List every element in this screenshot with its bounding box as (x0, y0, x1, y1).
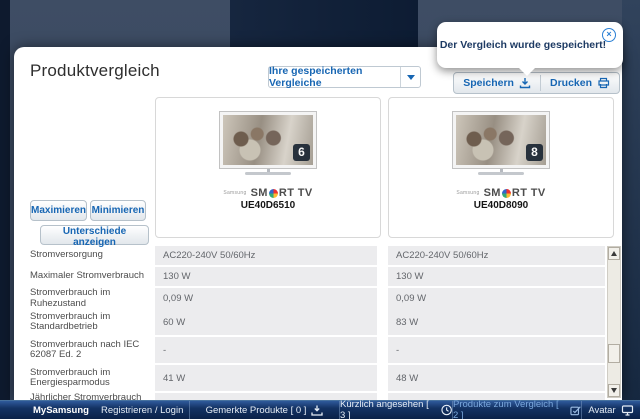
recently-viewed-label: Kürzlich angesehen [ 3 ] (340, 399, 436, 419)
row-value-2: AC220-240V 50/60Hz (388, 246, 605, 265)
row-value-1: 0,09 W (155, 288, 377, 309)
tv-stand-base (478, 172, 524, 175)
compare-products-item[interactable]: Produkte zum Vergleich [ 2 ] (453, 401, 582, 419)
avatar-item[interactable]: Avatar (582, 401, 640, 419)
tv-image-1: 6 (220, 112, 316, 175)
row-value-1: AC220-240V 50/60Hz (155, 246, 377, 265)
page-edge-strip (0, 0, 10, 419)
show-differences-button[interactable]: Unterschiede anzeigen (40, 225, 149, 245)
register-login-link[interactable]: Registrieren / Login (101, 405, 183, 416)
table-row: Stromversorgung AC220-240V 50/60Hz AC220… (14, 246, 605, 265)
row-value-2: 48 W (388, 365, 605, 391)
dropdown-label: Ihre gespeicherten Vergleiche (269, 67, 400, 87)
minimize-button[interactable]: Minimieren (90, 200, 146, 221)
download-tray-icon (311, 405, 323, 416)
tv-screen-photo: 6 (220, 112, 316, 168)
brand-mini-label: Samsung (456, 190, 479, 196)
row-label: Jährlicher Stromverbrauch nach (30, 393, 155, 400)
row-value-1: - (155, 337, 377, 363)
smart-tv-logo: Samsung SM RT TV (156, 187, 380, 199)
save-print-group: Speichern Drucken (453, 72, 620, 94)
save-button[interactable]: Speichern (454, 73, 540, 93)
printer-icon (597, 77, 610, 89)
row-label: Stromverbrauch im Energiesparmodus (30, 365, 155, 391)
background-right-shade (622, 0, 640, 419)
row-value-1: 60 W (155, 309, 377, 335)
triangle-down-icon (611, 388, 617, 393)
smart-tv-color-dot-icon (269, 189, 278, 198)
download-icon (519, 77, 531, 89)
bottom-toolbar: MySamsung Registrieren / Login Gemerkte … (0, 400, 640, 419)
table-row: Stromverbrauch nach IEC 62087 Ed. 2 - - (14, 337, 605, 363)
avatar-label: Avatar (588, 405, 615, 416)
row-label: Stromversorgung (30, 246, 155, 265)
table-row: Stromverbrauch im Standardbetrieb 60 W 8… (14, 309, 605, 335)
scroll-down-button[interactable] (608, 384, 620, 397)
print-button[interactable]: Drucken (541, 73, 619, 93)
model-name: UE40D6510 (156, 200, 380, 211)
page-title: Produktvergleich (30, 61, 160, 81)
compare-products-label: Produkte zum Vergleich [ 2 ] (453, 399, 565, 419)
row-label: Stromverbrauch nach IEC 62087 Ed. 2 (30, 337, 155, 363)
print-button-label: Drucken (550, 77, 592, 89)
brand-mini-label: Samsung (223, 190, 246, 196)
save-button-label: Speichern (463, 77, 514, 89)
row-value-2: 83 W (388, 309, 605, 335)
tv-image-2: 8 (453, 112, 549, 175)
table-row: Stromverbrauch im Energiesparmodus 41 W … (14, 365, 605, 391)
row-label: Maximaler Stromverbrauch (30, 267, 155, 286)
series-badge: 6 (293, 144, 310, 161)
saved-products-label: Gemerkte Produkte [ 0 ] (206, 405, 307, 416)
model-name: UE40D8090 (389, 200, 613, 211)
product-comparison-page: Produktvergleich Ihre gespeicherten Verg… (0, 0, 640, 419)
chevron-down-icon[interactable] (400, 67, 420, 87)
background-banner (230, 0, 418, 48)
row-value-1: 41 W (155, 365, 377, 391)
maximize-button[interactable]: Maximieren (30, 200, 87, 221)
smart-tv-color-dot-icon (502, 189, 511, 198)
smart-logo-left: SM (484, 187, 501, 199)
row-label: Stromverbrauch im Ruhezustand (30, 288, 155, 309)
comparison-table: Stromversorgung AC220-240V 50/60Hz AC220… (14, 246, 605, 400)
series-badge: 8 (526, 144, 543, 161)
smart-logo-right: RT TV (512, 187, 546, 199)
table-row: Maximaler Stromverbrauch 130 W 130 W (14, 267, 605, 286)
row-value-2: 130 W (388, 267, 605, 286)
triangle-up-icon (611, 251, 617, 256)
row-value-2: 0,09 W (388, 288, 605, 309)
recently-viewed-item[interactable]: Kürzlich angesehen [ 3 ] (340, 401, 453, 419)
saved-products-item[interactable]: Gemerkte Produkte [ 0 ] (190, 401, 340, 419)
table-row: Stromverbrauch im Ruhezustand 0,09 W 0,0… (14, 288, 605, 307)
bottombar-account-segment: MySamsung Registrieren / Login (0, 401, 190, 419)
comparison-panel: Produktvergleich Ihre gespeicherten Verg… (14, 47, 622, 400)
clock-icon (441, 404, 452, 416)
row-value-2: - (388, 337, 605, 363)
scroll-up-button[interactable] (608, 247, 620, 260)
product-card-1[interactable]: 6 Samsung SM RT TV UE40D6510 (155, 97, 381, 238)
smart-tv-logo: Samsung SM RT TV (389, 187, 613, 199)
saved-confirmation-tooltip: Der Vergleich wurde gespeichert! × (437, 22, 623, 68)
monitor-icon (621, 405, 634, 416)
tv-stand-base (245, 172, 291, 175)
product-card-2[interactable]: 8 Samsung SM RT TV UE40D8090 (388, 97, 614, 238)
close-icon[interactable]: × (602, 28, 616, 42)
my-samsung-link[interactable]: MySamsung (33, 405, 89, 416)
compare-checklist-icon (570, 405, 581, 416)
saved-comparisons-dropdown[interactable]: Ihre gespeicherten Vergleiche (268, 66, 421, 88)
scrollbar-thumb[interactable] (608, 344, 620, 363)
smart-logo-left: SM (251, 187, 268, 199)
tv-screen-photo: 8 (453, 112, 549, 168)
tooltip-message: Der Vergleich wurde gespeichert! (437, 22, 609, 68)
table-scrollbar[interactable] (607, 246, 621, 398)
row-label: Stromverbrauch im Standardbetrieb (30, 309, 155, 335)
row-value-1: 130 W (155, 267, 377, 286)
smart-logo-right: RT TV (279, 187, 313, 199)
